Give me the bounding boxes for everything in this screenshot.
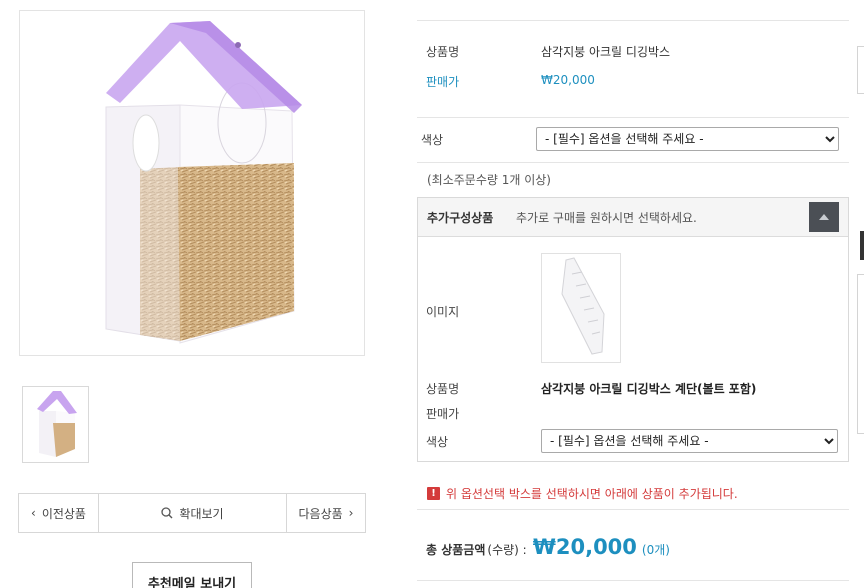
total-count: (0개) [641,543,670,557]
side-widget-panel[interactable] [857,274,864,434]
product-thumbnail[interactable] [22,386,89,463]
addon-name-value: 삼각지붕 아크릴 디깅박스 계단(볼트 포함) [541,382,757,396]
chevron-left-icon: ‹ [31,506,36,520]
addon-color-label: 색상 [426,435,449,449]
next-product-label: 다음상품 [298,506,343,521]
addon-product-box: 추가구성상품 추가로 구매를 원하시면 선택하세요. 이미지 상품명 삼각지붕 … [417,197,849,462]
zoom-label: 확대보기 [179,506,224,521]
addon-header: 추가구성상품 추가로 구매를 원하시면 선택하세요. [418,198,848,237]
chevron-right-icon: › [348,506,354,520]
option-notice-text: 위 옵션선택 박스를 선택하시면 아래에 상품이 추가됩니다. [446,487,738,501]
divider-info [417,117,849,118]
digging-box-image [105,21,302,344]
total-price-row: 총 상품금액 (수량) : ₩20,000 (0개) [426,535,670,559]
divider-bottom [417,580,849,581]
prev-product-button[interactable]: ‹ 이전상품 [19,494,99,532]
stairs-image [561,257,605,355]
addon-image-label: 이미지 [426,305,460,319]
side-widget-dark[interactable] [860,231,864,260]
recommend-mail-button[interactable]: 추천메일 보내기 [132,562,252,588]
divider-notice [417,509,849,510]
prev-product-label: 이전상품 [41,506,86,521]
total-qty-label: (수량) : [487,543,527,557]
color-option-select[interactable]: - [필수] 옵션을 선택해 주세요 - [536,127,839,151]
addon-price-label: 판매가 [426,407,460,421]
warning-icon: ! [427,487,440,500]
addon-name-label: 상품명 [426,382,460,396]
product-name-label: 상품명 [426,45,460,59]
addon-description: 추가로 구매를 원하시면 선택하세요. [516,211,697,225]
addon-color-select[interactable]: - [필수] 옵션을 선택해 주세요 - [541,429,838,453]
caret-up-icon [819,214,829,220]
divider-option [417,162,849,163]
addon-collapse-button[interactable] [809,202,839,232]
total-label: 총 상품금액 [426,543,486,557]
addon-title: 추가구성상품 [427,211,494,225]
zoom-button[interactable]: 확대보기 [99,494,287,532]
next-product-button[interactable]: 다음상품 › [287,494,365,532]
main-product-image[interactable] [19,10,365,356]
search-icon [161,507,173,519]
price-value: ₩20,000 [541,73,595,87]
price-label: 판매가 [426,75,460,89]
min-order-text: (최소주문수량 1개 이상) [427,173,551,187]
product-name-value: 삼각지붕 아크릴 디깅박스 [541,45,671,59]
addon-product-image[interactable] [541,253,621,363]
total-amount: ₩20,000 [532,535,637,559]
color-option-label: 색상 [421,133,444,147]
side-widget-top[interactable] [857,46,864,94]
product-nav-bar: ‹ 이전상품 확대보기 다음상품 › [18,493,366,533]
divider-top [417,20,849,21]
option-notice: ! 위 옵션선택 박스를 선택하시면 아래에 상품이 추가됩니다. [427,485,738,502]
thumbnail-image [37,391,77,457]
